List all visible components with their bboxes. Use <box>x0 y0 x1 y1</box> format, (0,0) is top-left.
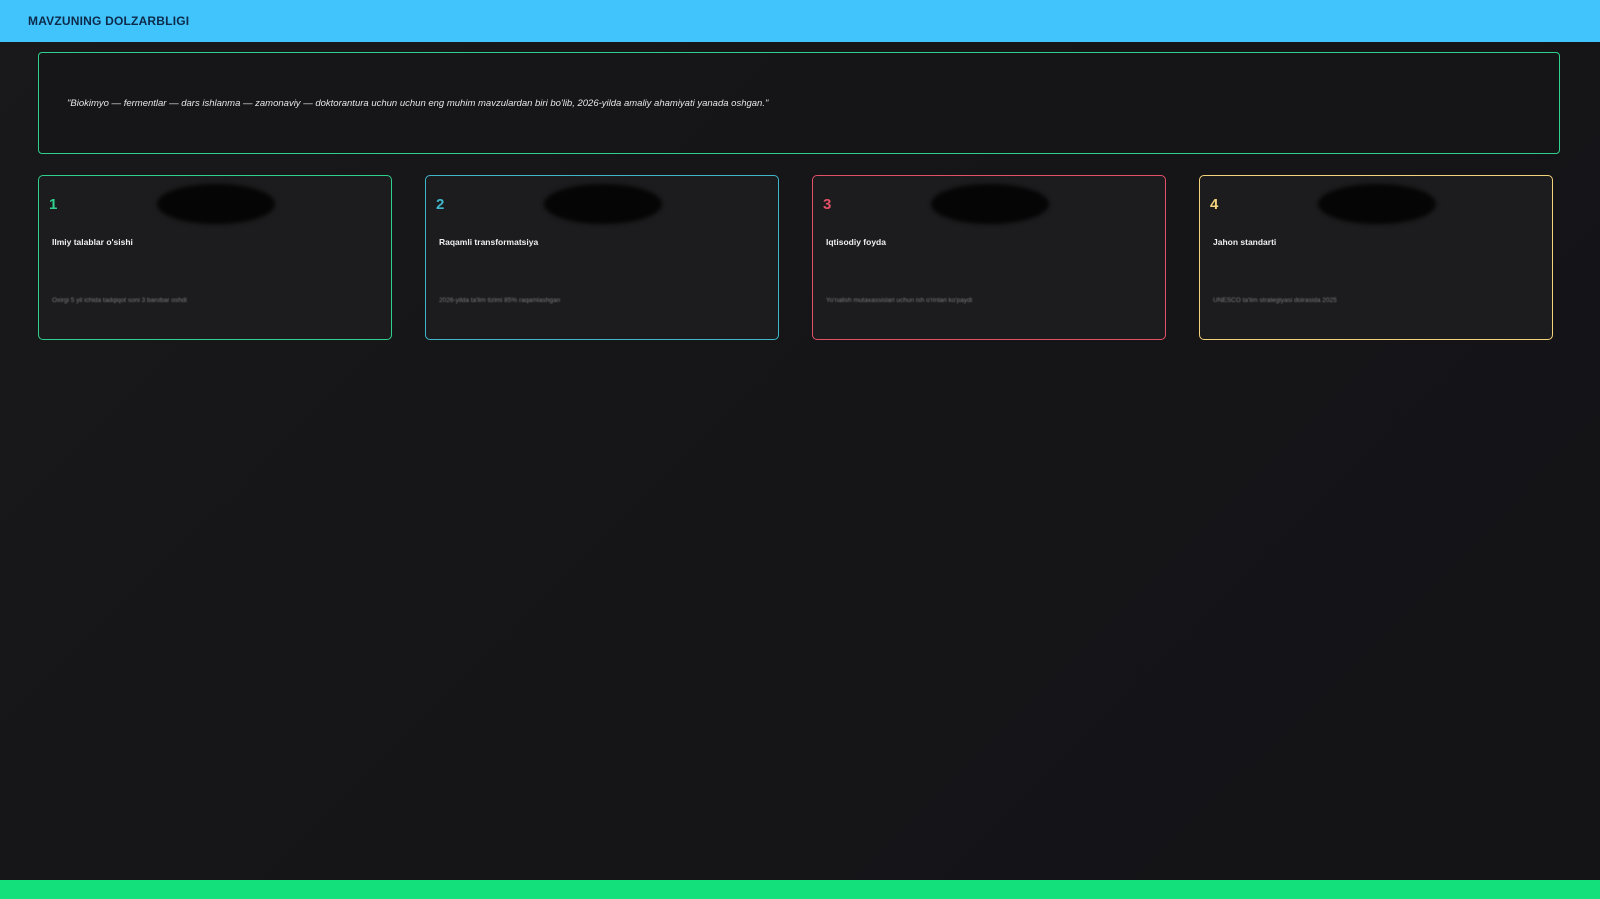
card-title: Jahon standarti <box>1213 237 1277 247</box>
card-world-standard: 4 Jahon standarti UNESCO ta'lim strategi… <box>1199 175 1553 340</box>
quote-box: "Biokimyo — fermentlar — dars ishlanma —… <box>38 52 1560 154</box>
card-scientific-demand: 1 Ilmiy talablar o'sishi Oxirgi 5 yil ic… <box>38 175 392 340</box>
card-title: Raqamli transformatsiya <box>439 237 539 247</box>
card-description: Yo'nalish mutaxassislari uchun ish o'rin… <box>826 297 973 304</box>
page-title: MAVZUNING DOLZARBLIGI <box>28 14 190 28</box>
card-number: 4 <box>1210 196 1219 213</box>
card-image-placeholder <box>1318 184 1436 224</box>
card-number: 1 <box>49 196 58 213</box>
card-description: 2026-yilda ta'lim tizimi 85% raqamlashga… <box>439 297 561 304</box>
card-number: 3 <box>823 196 832 213</box>
card-image-placeholder <box>544 184 662 224</box>
quote-text: "Biokimyo — fermentlar — dars ishlanma —… <box>67 98 769 109</box>
card-number: 2 <box>436 196 445 213</box>
card-title: Ilmiy talablar o'sishi <box>52 237 133 247</box>
card-image-placeholder <box>931 184 1049 224</box>
footer-bar <box>0 880 1600 899</box>
slide: MAVZUNING DOLZARBLIGI "Biokimyo — fermen… <box>0 0 1600 899</box>
card-description: Oxirgi 5 yil ichida tadqiqot soni 3 baro… <box>52 297 187 304</box>
card-description: UNESCO ta'lim strategiyasi doirasida 202… <box>1213 297 1337 304</box>
card-economic-benefit: 3 Iqtisodiy foyda Yo'nalish mutaxassisla… <box>812 175 1166 340</box>
header-bar: MAVZUNING DOLZARBLIGI <box>0 0 1600 42</box>
card-title: Iqtisodiy foyda <box>826 237 886 247</box>
card-digital-transformation: 2 Raqamli transformatsiya 2026-yilda ta'… <box>425 175 779 340</box>
card-image-placeholder <box>157 184 275 224</box>
